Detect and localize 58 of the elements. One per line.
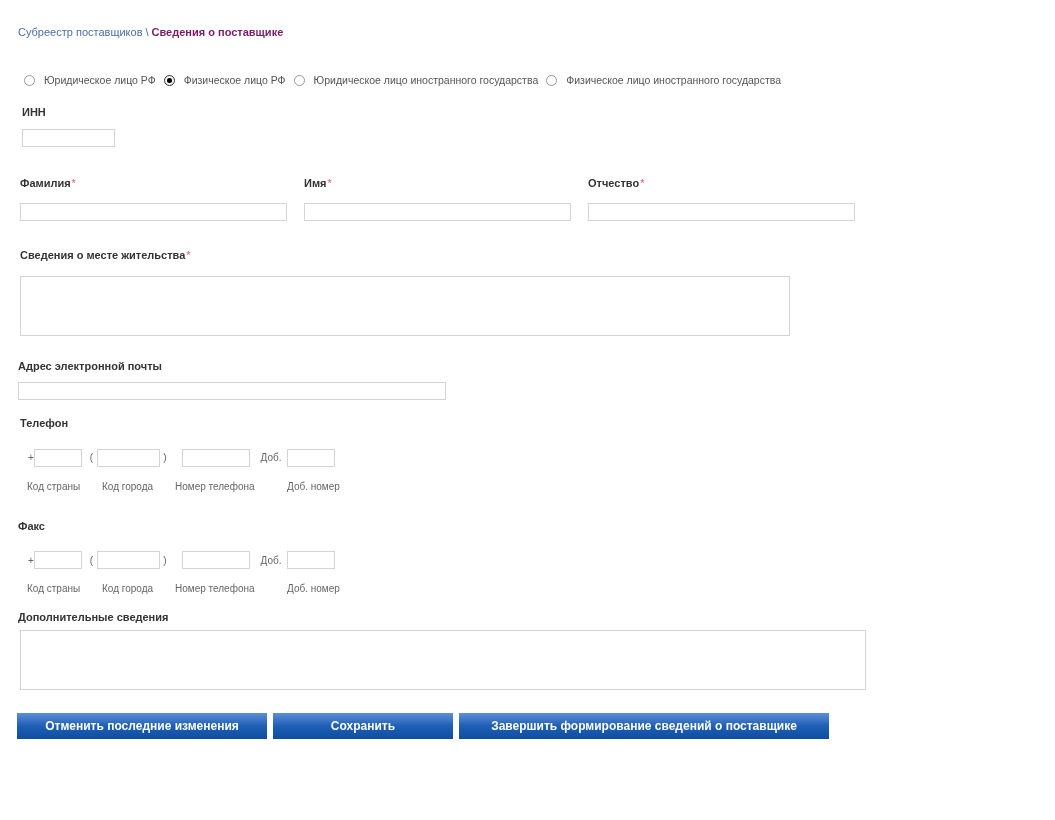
field-caption: Код города — [102, 479, 154, 494]
phone-number-field[interactable] — [181, 448, 250, 467]
field-label: Дополнительные сведения — [18, 610, 169, 626]
residence-field[interactable] — [20, 275, 790, 336]
field-caption: Номер телефона — [175, 479, 255, 494]
additional-info-field[interactable] — [20, 629, 866, 690]
radio-button[interactable] — [24, 74, 35, 86]
required-mark: * — [327, 175, 332, 191]
breadcrumb-current: Сведения о поставщике — [151, 25, 284, 40]
name-field[interactable] — [588, 203, 855, 222]
field-label: Фамилия — [20, 175, 71, 191]
field-caption: Код страны — [27, 479, 81, 494]
radio-button[interactable] — [546, 74, 558, 86]
field-label: Факс — [18, 518, 45, 534]
radio-button[interactable] — [293, 74, 305, 86]
close-paren: ) — [163, 553, 167, 568]
breadcrumb-link[interactable]: Субреестр поставщиков — [18, 24, 143, 41]
city-code-field[interactable] — [97, 448, 161, 467]
extension-label: Доб. — [260, 451, 282, 466]
field-label: Имя — [304, 175, 327, 191]
country-code-field[interactable] — [33, 551, 82, 570]
radio-label[interactable]: Юридическое лицо иностранного государства — [313, 72, 539, 89]
country-code-field[interactable] — [33, 448, 82, 467]
field-caption: Код страны — [27, 582, 81, 597]
action-button[interactable]: Завершить формирование сведений о поставщике — [459, 712, 829, 739]
required-mark: * — [186, 248, 191, 264]
name-field[interactable] — [304, 203, 571, 222]
required-mark: * — [640, 175, 645, 191]
city-code-field[interactable] — [97, 551, 161, 570]
field-caption: Номер телефона — [175, 582, 255, 597]
phone-number-field[interactable] — [181, 551, 250, 570]
action-button[interactable]: Отменить последние изменения — [17, 712, 267, 739]
field-caption: Доб. номер — [287, 479, 340, 494]
action-button[interactable]: Сохранить — [273, 712, 453, 739]
required-mark: * — [71, 175, 76, 191]
inn-field[interactable] — [22, 128, 115, 147]
field-label: Отчество — [588, 175, 640, 191]
extension-field[interactable] — [287, 448, 336, 467]
breadcrumb-separator: \ — [145, 25, 149, 40]
open-paren: ( — [89, 553, 94, 568]
extension-label: Доб. — [260, 553, 282, 568]
radio-label[interactable]: Юридическое лицо РФ — [44, 72, 156, 89]
field-label: Сведения о месте жительства — [20, 248, 186, 264]
field-label: ИНН — [22, 105, 46, 121]
plus-sign: + — [28, 553, 34, 568]
open-paren: ( — [89, 451, 94, 466]
plus-sign: + — [28, 451, 34, 466]
field-label: Адрес электронной почты — [18, 358, 162, 374]
field-label: Телефон — [20, 416, 69, 432]
extension-field[interactable] — [287, 551, 336, 570]
radio-label[interactable]: Физическое лицо иностранного государства — [566, 72, 782, 89]
radio-button[interactable] — [163, 74, 175, 86]
name-field[interactable] — [20, 203, 287, 222]
field-caption: Код города — [102, 582, 154, 597]
radio-label[interactable]: Физическое лицо РФ — [183, 72, 286, 89]
close-paren: ) — [163, 451, 167, 466]
field-caption: Доб. номер — [287, 582, 340, 597]
email-field[interactable] — [18, 382, 446, 401]
